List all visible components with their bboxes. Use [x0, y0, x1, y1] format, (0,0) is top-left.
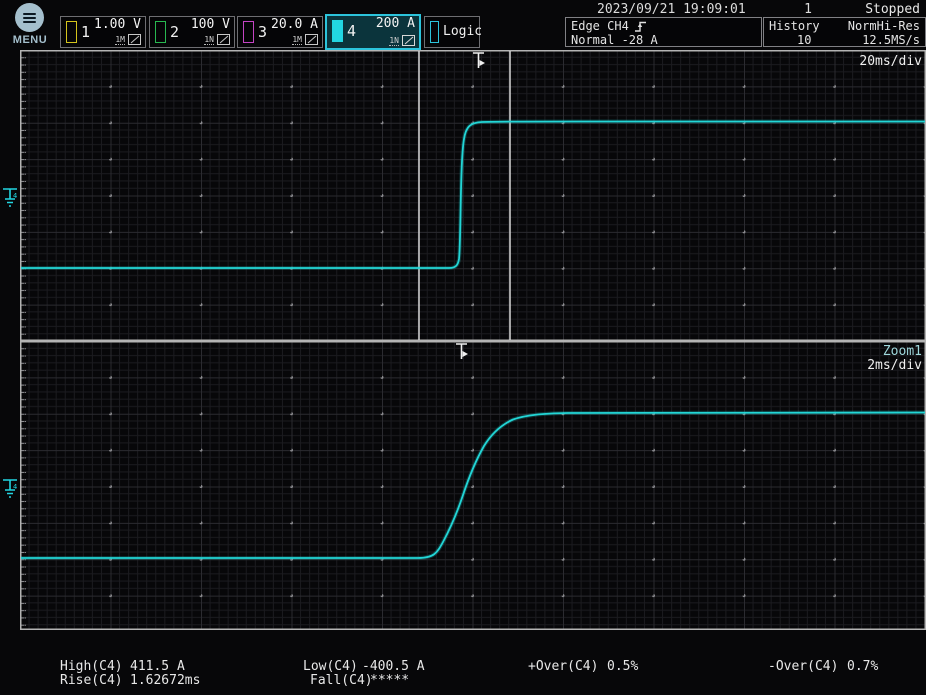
- channel-4-number: 4: [347, 22, 356, 40]
- meas-high-value: 411.5 A: [130, 659, 185, 674]
- meas-low-label: Low(C4): [303, 659, 358, 674]
- ch4-zoom-ground-level-marker[interactable]: 4: [2, 477, 20, 501]
- zoom-trigger-position-marker[interactable]: [454, 342, 470, 362]
- channel-2-impedance-label: 1N: [204, 35, 214, 45]
- rising-edge-trigger-icon: [633, 20, 648, 33]
- trigger-type-source: Edge CH4: [571, 19, 629, 33]
- channel-1-impedance-label: 1M: [115, 35, 125, 45]
- history-label: History: [769, 19, 820, 33]
- menu-button[interactable]: MENU: [8, 1, 52, 48]
- meas-rise-label: Rise(C4): [60, 673, 123, 688]
- channel-4-color-bar-icon: [332, 20, 343, 42]
- logic-label: Logic: [443, 24, 482, 39]
- meas-pover-value: 0.5%: [607, 659, 638, 674]
- acq-mode: Norm: [848, 19, 877, 33]
- history-count: 10: [769, 33, 811, 47]
- zoom-waveform-panel: Zoom1 2ms/div: [20, 341, 926, 630]
- meas-fall-label: Fall(C4): [310, 673, 373, 688]
- logic-color-bar-icon: [430, 21, 439, 43]
- channel-2-number: 2: [170, 23, 179, 41]
- channel-4-scale-value: 200 A: [376, 16, 415, 31]
- main-graticule: [20, 50, 926, 341]
- probe-icon: [128, 34, 141, 45]
- channel-2-color-bar-icon: [155, 21, 166, 43]
- zoom-window-label: Zoom1: [883, 344, 922, 359]
- menu-button-label: MENU: [8, 34, 52, 46]
- trigger-mode-level: Normal -28 A: [571, 33, 658, 47]
- channel-2-scale-value: 100 V: [191, 17, 230, 32]
- channel-4-box-selected[interactable]: 4 200 A 1N: [325, 14, 421, 50]
- meas-nover-value: 0.7%: [847, 659, 878, 674]
- channel-3-box[interactable]: 3 20.0 A 1M: [237, 16, 323, 48]
- oscilloscope-screen: MENU 1 1.00 V 1M 2 100 V 1N 3 20.0 A 1M …: [0, 0, 926, 695]
- logic-channel-box[interactable]: Logic: [424, 16, 480, 48]
- channel-3-number: 3: [258, 23, 267, 41]
- zoom-timebase-label: 2ms/div: [867, 358, 922, 373]
- svg-text:4: 4: [13, 483, 17, 491]
- channel-1-box[interactable]: 1 1.00 V 1M: [60, 16, 146, 48]
- ch4-ground-level-marker[interactable]: 4: [2, 186, 20, 210]
- channel-4-impedance-label: 1N: [389, 36, 399, 46]
- run-state-indicator: Stopped: [865, 2, 920, 17]
- meas-nover-label: -Over(C4): [768, 659, 838, 674]
- main-trigger-position-marker[interactable]: [471, 51, 487, 71]
- channel-1-scale-value: 1.00 V: [94, 17, 141, 32]
- probe-icon: [217, 34, 230, 45]
- acq-resolution: Hi-Res: [877, 19, 920, 33]
- meas-pover-label: +Over(C4): [528, 659, 598, 674]
- meas-high-label: High(C4): [60, 659, 123, 674]
- hamburger-menu-icon: [15, 3, 44, 32]
- zoom-graticule: [20, 341, 926, 630]
- meas-low-value: -400.5 A: [362, 659, 425, 674]
- channel-3-scale-value: 20.0 A: [271, 17, 318, 32]
- svg-text:4: 4: [13, 192, 17, 200]
- acquisition-info-box[interactable]: History NormHi-Res 10 12.5MS/s: [763, 17, 926, 47]
- main-timebase-label: 20ms/div: [859, 54, 922, 69]
- trigger-settings-box[interactable]: Edge CH4 Normal -28 A: [565, 17, 762, 47]
- probe-icon: [305, 34, 318, 45]
- meas-rise-value: 1.62672ms: [130, 673, 200, 688]
- channel-3-impedance-label: 1M: [292, 35, 302, 45]
- meas-fall-value: *****: [370, 673, 409, 688]
- probe-icon: [402, 35, 415, 46]
- datetime-readout: 2023/09/21 19:09:01: [597, 2, 746, 17]
- channel-1-number: 1: [81, 23, 90, 41]
- channel-3-color-bar-icon: [243, 21, 254, 43]
- channel-2-box[interactable]: 2 100 V 1N: [149, 16, 235, 48]
- main-waveform-panel: 20ms/div: [20, 50, 926, 341]
- acquisition-count: 1: [782, 2, 812, 17]
- sample-rate: 12.5MS/s: [862, 33, 920, 47]
- channel-1-color-bar-icon: [66, 21, 77, 43]
